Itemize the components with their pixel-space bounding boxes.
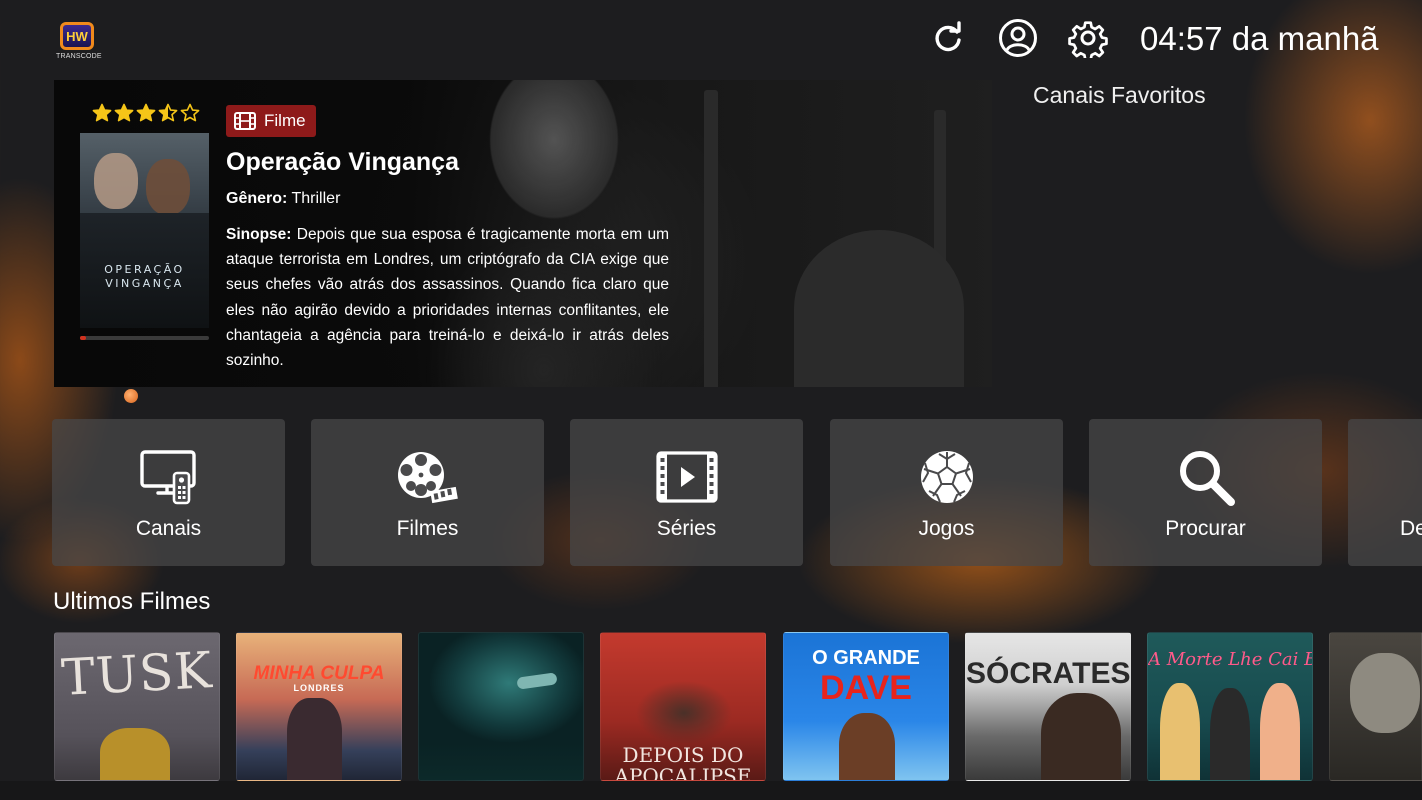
movie-card[interactable]: A Morte Lhe Cai Bem [1147, 632, 1313, 781]
movie-poster-title: TUSK [60, 641, 214, 707]
series-icon [655, 451, 718, 503]
movie-poster-title: SÓCRATES [966, 657, 1131, 690]
movie-card[interactable] [1329, 632, 1422, 781]
latest-movies-title: Ultimos Filmes [53, 588, 211, 615]
movie-poster-title: A Morte Lhe Cai Bem [1148, 649, 1312, 670]
header-actions [928, 18, 1108, 58]
settings-button[interactable] [1068, 18, 1108, 58]
refresh-button[interactable] [928, 18, 968, 58]
poster-figure [1041, 693, 1121, 780]
tv-icon [139, 450, 196, 505]
movie-card[interactable]: MINHA CULPA LONDRES [236, 632, 402, 781]
film-reel-icon [397, 452, 458, 504]
poster-figure [94, 153, 138, 209]
poster-figure [1260, 683, 1300, 780]
bottom-edge [0, 781, 1422, 800]
movie-card[interactable]: SÓCRATES [965, 632, 1131, 781]
star-filled-icon [114, 103, 134, 122]
clock: 04:57 da manhã [1140, 20, 1379, 57]
category-partial[interactable]: De [1348, 419, 1422, 566]
featured-synopsis: Sinopse: Depois que sua esposa é tragica… [226, 222, 669, 373]
featured-title: Operação Vingança [226, 148, 459, 176]
synopsis-text: Depois que sua esposa é tragicamente mor… [226, 226, 669, 370]
profile-button[interactable] [998, 18, 1038, 58]
featured-poster: OPERAÇÃO VINGANÇA [80, 133, 209, 328]
backdrop-dome [794, 230, 964, 387]
category-jogos[interactable]: Jogos [830, 419, 1063, 566]
category-label: Séries [656, 517, 717, 540]
badge-label: Filme [264, 111, 306, 130]
category-procurar[interactable]: Procurar [1089, 419, 1322, 566]
app-logo: HW TRANSCODE [56, 22, 102, 64]
poster-title-line: OPERAÇÃO [104, 263, 185, 276]
search-icon [1179, 451, 1235, 506]
movie-poster-subtitle: LONDRES [293, 683, 345, 693]
category-label: Procurar [1165, 517, 1246, 540]
category-label: Filmes [396, 517, 459, 540]
synopsis-label: Sinopse: [226, 226, 292, 243]
poster-submarine [516, 672, 558, 690]
movie-card[interactable]: TUSK [54, 632, 220, 781]
poster-figure [1210, 688, 1250, 780]
poster-title-line: VINGANÇA [105, 277, 184, 290]
category-series[interactable]: Séries [570, 419, 803, 566]
genre-label: Gênero: [226, 190, 288, 207]
poster-shade [419, 743, 583, 780]
category-label: Jogos [918, 517, 975, 540]
logo-badge: HW [60, 22, 94, 50]
movie-card[interactable]: DEPOIS DO APOCALIPSE [600, 632, 766, 781]
poster-figure [100, 728, 170, 780]
star-filled-icon [92, 103, 112, 122]
refresh-icon [935, 21, 961, 52]
watch-progress [80, 336, 209, 340]
profile-icon [999, 19, 1037, 57]
poster-figure [1160, 683, 1200, 780]
featured-genre: Gênero: Thriller [226, 190, 340, 208]
content-type-badge: Filme [226, 105, 316, 137]
favorites-title: Canais Favoritos [1033, 82, 1206, 108]
logo-text: TRANSCODE [56, 53, 102, 60]
movie-poster-title: O GRANDE [812, 647, 920, 669]
soccer-ball-icon [920, 451, 973, 503]
category-canais[interactable]: Canais [52, 419, 285, 566]
category-filmes[interactable]: Filmes [311, 419, 544, 566]
poster-figure [1350, 653, 1420, 733]
star-filled-icon [136, 103, 156, 122]
backdrop-minaret [704, 90, 718, 387]
poster-figure [839, 713, 895, 780]
star-half-icon [158, 103, 178, 122]
poster-title: OPERAÇÃO VINGANÇA [80, 263, 209, 291]
movie-poster-subtitle: APOCALIPSE [614, 764, 752, 781]
movie-poster-subtitle: DAVE [820, 669, 912, 707]
watch-progress-fill [80, 336, 87, 340]
featured-banner[interactable]: OPERAÇÃO VINGANÇA Filme Operação Vinganç… [54, 80, 992, 387]
carousel-indicator[interactable] [124, 389, 138, 403]
category-label: Canais [135, 517, 202, 540]
film-icon [234, 112, 256, 130]
genre-value: Thriller [291, 190, 341, 207]
poster-figure [287, 698, 342, 780]
movie-card[interactable]: O GRANDE DAVE [783, 632, 949, 781]
settings-icon [1068, 21, 1108, 58]
category-label: De [1400, 517, 1422, 540]
movie-poster-title: MINHA CULPA [253, 663, 385, 684]
star-empty-icon [180, 103, 200, 122]
poster-figure [621, 673, 747, 743]
poster-figure [146, 159, 190, 215]
movie-card[interactable] [418, 632, 584, 781]
rating-stars [92, 103, 200, 123]
